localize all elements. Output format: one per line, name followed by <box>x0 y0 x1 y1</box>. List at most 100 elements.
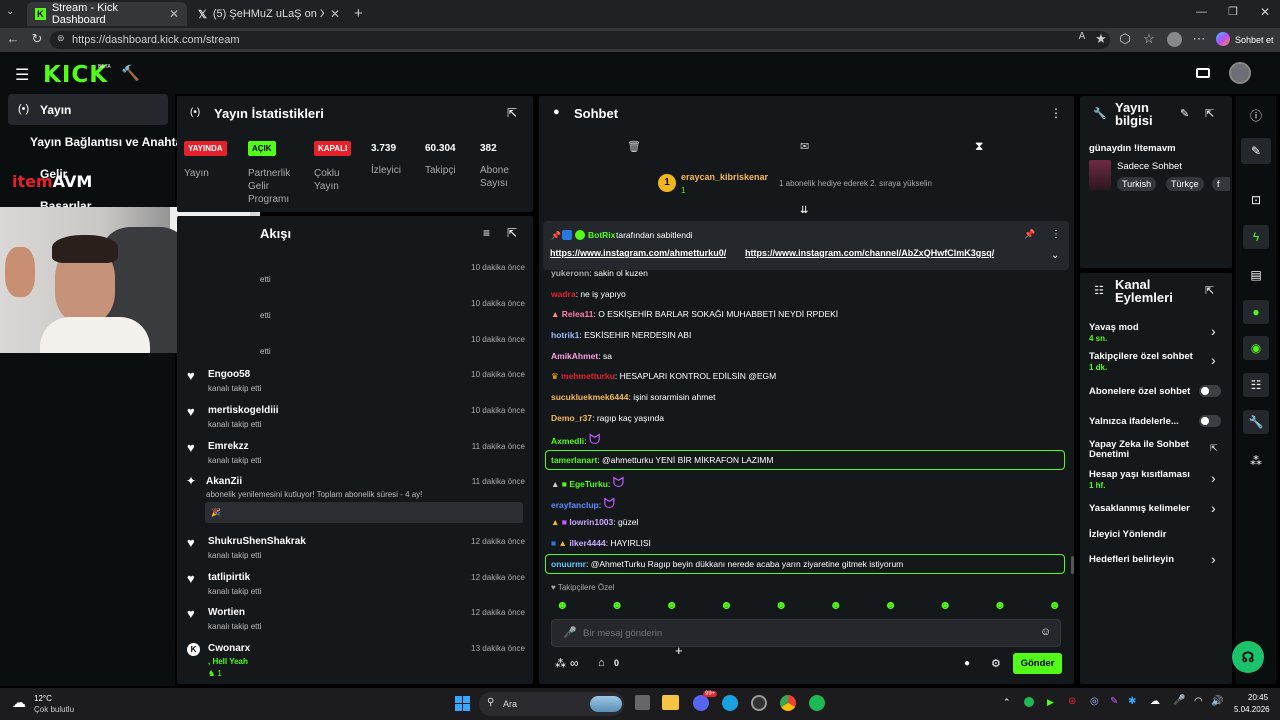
emote-icon[interactable]: ☻ <box>830 598 843 612</box>
tab-kick-dashboard[interactable]: K Stream - Kick Dashboard ✕ <box>27 2 187 26</box>
emote-icon[interactable]: ☻ <box>611 598 624 612</box>
volume-icon[interactable]: 🔊 <box>1211 696 1223 707</box>
unpin-icon[interactable]: 📌 <box>1024 229 1035 240</box>
chat-bubble-icon[interactable]: ● <box>1247 305 1265 319</box>
emote-icon[interactable]: ☻ <box>939 598 952 612</box>
chat-user[interactable]: onuurmr <box>551 559 586 569</box>
category-name[interactable]: Sadece Sohbet <box>1117 161 1182 172</box>
maximize-icon[interactable]: ❐ <box>1228 5 1238 18</box>
apps-icon[interactable]: ⁂ <box>1247 454 1265 468</box>
profile-avatar[interactable] <box>1167 32 1182 47</box>
microphone-icon[interactable]: 🎤 <box>1173 695 1185 706</box>
feed-name[interactable]: mertiskogeldiii <box>208 405 279 416</box>
tray-twitch-icon[interactable]: ✎ <box>1110 696 1118 707</box>
chat-user[interactable]: tamerlanart <box>551 455 597 465</box>
refresh-icon[interactable]: ↻ <box>28 31 46 47</box>
store-icon[interactable]: ⌂ <box>598 657 605 669</box>
subscribers-only-toggle[interactable] <box>1199 385 1221 397</box>
emotes-only-toggle[interactable] <box>1199 415 1221 427</box>
document-icon[interactable]: ▤ <box>1247 268 1265 282</box>
minimize-icon[interactable]: — <box>1196 6 1207 18</box>
pinned-link-1[interactable]: https://www.instagram.com/ahmetturku0/ <box>550 248 726 258</box>
tray-play-icon[interactable]: ▶ <box>1047 697 1054 708</box>
action-raid[interactable]: İzleyici Yönlendir <box>1089 529 1166 540</box>
more-menu-icon[interactable]: ⋯ <box>1190 31 1208 47</box>
chat-user[interactable]: mehmetturku <box>561 371 615 381</box>
chat-message-input[interactable] <box>583 624 1023 642</box>
back-icon[interactable]: ← <box>4 31 22 46</box>
chat-user[interactable]: Relea11 <box>562 309 594 319</box>
feed-name[interactable]: Emrekzz <box>208 441 249 452</box>
tray-record-icon[interactable]: ⊛ <box>1068 696 1076 707</box>
chat-user[interactable]: sucukluekmek6444 <box>551 392 629 402</box>
tab-x-post[interactable]: 𝕏 (5) ŞeHMuZ uLaŞ on X: "Balici çoc ✕ <box>190 2 348 26</box>
emote-icon[interactable]: ☻ <box>884 598 897 612</box>
feed-name[interactable]: Engoo58 <box>208 369 250 380</box>
hamburger-menu-icon[interactable]: ☰ <box>15 65 29 85</box>
url-input[interactable]: https://dashboard.kick.com/stream <box>50 31 1110 49</box>
copilot-icon[interactable] <box>1216 32 1230 46</box>
close-window-icon[interactable]: ✕ <box>1260 5 1270 19</box>
edit-pencil-icon[interactable]: ✎ <box>1180 107 1189 120</box>
emote-icon[interactable]: ☻ <box>665 598 678 612</box>
tab-list-icon[interactable]: ⌄ <box>6 6 14 17</box>
action-set-goals[interactable]: Hedefleri belirleyin › <box>1089 551 1229 569</box>
new-tab-icon[interactable]: + <box>354 5 363 22</box>
action-followers-only[interactable]: Takipçilere özel sohbet 1 dk. › <box>1089 351 1229 375</box>
pinned-link-2[interactable]: https://www.instagram.com/channel/AbZxQH… <box>745 248 994 258</box>
close-tab-icon[interactable]: ✕ <box>330 7 340 21</box>
user-avatar[interactable] <box>1229 62 1251 84</box>
wrench-icon[interactable]: 🔧 <box>1247 415 1265 429</box>
chrome-icon[interactable] <box>780 695 796 711</box>
windows-start-icon[interactable] <box>455 696 470 711</box>
chat-user[interactable]: ilker4444 <box>569 538 605 548</box>
trash-icon[interactable]: 🗑 <box>627 140 641 153</box>
chat-scrollbar[interactable] <box>1071 556 1074 574</box>
expand-chevron-icon[interactable]: ⇊ <box>800 205 808 216</box>
popout-icon[interactable]: ⇱ <box>507 106 517 120</box>
nav-item-stream-key[interactable]: Yayın Bağlantısı ve Anahtarı <box>30 135 190 149</box>
emote-icon[interactable]: ☻ <box>994 598 1007 612</box>
clock-date[interactable]: 5.04.2026 <box>1234 705 1270 714</box>
emote-icon[interactable]: ☻ <box>775 598 788 612</box>
weather-icon[interactable]: ☁ <box>12 694 26 711</box>
leaderboard-user[interactable]: eraycan_kibriskenar <box>681 172 768 182</box>
collections-icon[interactable]: ☆ <box>1140 31 1158 47</box>
pinned-by-user[interactable]: BotRix <box>588 230 615 240</box>
live-preview-icon[interactable] <box>1196 68 1210 78</box>
chat-user[interactable]: erayfanclup <box>551 500 599 510</box>
tray-app-icon[interactable] <box>1024 697 1034 707</box>
popout-icon[interactable]: ⇱ <box>1205 107 1214 120</box>
chat-settings-icon[interactable]: ⚙ <box>991 657 1001 670</box>
emote-icon[interactable]: ☻ <box>1048 598 1061 612</box>
feed-name[interactable]: Cwonarx <box>208 643 250 654</box>
pinned-expand-icon[interactable]: ⌄ <box>1051 250 1059 261</box>
lightning-icon[interactable]: ϟ <box>1247 230 1265 244</box>
obs-icon[interactable] <box>751 695 767 711</box>
favorite-star-icon[interactable]: ★ <box>1092 31 1110 47</box>
points-icon[interactable]: ⁂ <box>555 657 566 670</box>
feed-name[interactable]: Wortien <box>208 607 245 618</box>
sliders-icon[interactable]: ☷ <box>1247 378 1265 392</box>
close-tab-icon[interactable]: ✕ <box>169 7 179 21</box>
action-ai-moderation[interactable]: Yapay Zeka ile Sohbet Denetimi ⇱ <box>1089 440 1229 464</box>
capture-icon[interactable]: ⊡ <box>1247 193 1265 207</box>
tray-steam-icon[interactable]: ◎ <box>1090 696 1099 707</box>
chat-user[interactable]: EgeTurku <box>569 479 608 489</box>
edge-icon[interactable] <box>722 695 738 711</box>
emote-icon[interactable]: ☻ <box>720 598 733 612</box>
site-info-icon[interactable]: ⊜ <box>57 33 65 44</box>
read-aloud-icon[interactable]: A <box>1073 31 1091 42</box>
chat-user[interactable]: Demo_r37 <box>551 413 592 423</box>
feed-name[interactable]: AkanZii <box>206 476 242 487</box>
clock-time[interactable]: 20:45 <box>1248 693 1268 702</box>
copilot-label[interactable]: Sohbet et <box>1235 35 1274 45</box>
chat-users-icon[interactable]: ● <box>964 658 970 669</box>
popout-icon[interactable]: ⇱ <box>507 226 517 240</box>
chat-user[interactable]: Axmedli <box>551 436 584 446</box>
chat-user[interactable]: yukeronn <box>551 268 589 278</box>
discord-icon[interactable] <box>693 695 709 711</box>
chat-user[interactable]: wadra <box>551 289 576 299</box>
chat-user[interactable]: lowrin1003 <box>569 517 613 527</box>
filter-icon[interactable]: ≡ <box>483 226 490 240</box>
